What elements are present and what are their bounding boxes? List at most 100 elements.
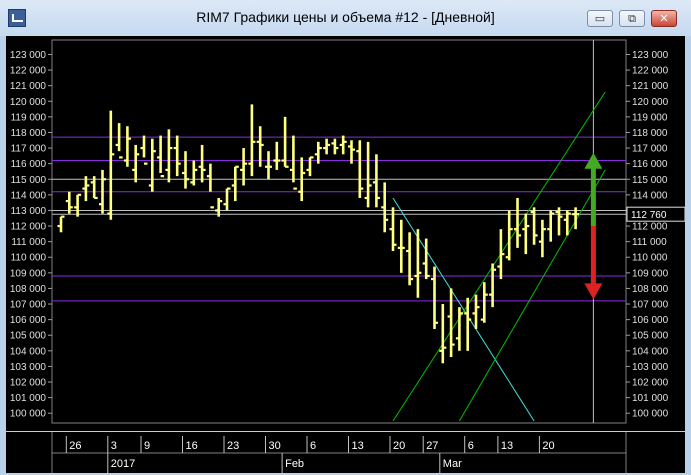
ohlc-bar — [148, 138, 156, 192]
left-tick-label: 102 000 — [10, 378, 47, 389]
chart-window: RIM7 Графики цены и объема #12 - [Дневно… — [0, 0, 691, 475]
day-label: 23 — [227, 440, 239, 452]
right-tick-label: 121 000 — [632, 81, 669, 92]
price-chart[interactable]: 123 000 122 000 121 000 120 000 119 000 118 0… — [6, 36, 685, 431]
left-tick-label: 101 000 — [10, 393, 47, 404]
trendlines-layer — [392, 40, 606, 423]
ohlc-bar — [381, 182, 389, 233]
left-tick-label: 108 000 — [10, 284, 47, 295]
ohlc-bar — [107, 110, 115, 220]
month-label: 2017 — [111, 458, 135, 470]
price-chart-panel[interactable]: 123 000 122 000 121 000 120 000 119 000 118 0… — [6, 36, 685, 431]
month-label: Mar — [443, 458, 462, 470]
ohlc-bar — [514, 197, 521, 248]
ohlc-bar — [198, 144, 206, 183]
day-label: 13 — [352, 440, 364, 452]
time-axis-panel[interactable]: 26 3 9 16 23 30 6 13 20 27 6 13 20 2017 Feb Mar — [6, 432, 685, 473]
left-tick-label: 103 000 — [10, 362, 47, 373]
left-tick-label: 112 000 — [11, 222, 47, 233]
day-label: 20 — [393, 440, 405, 452]
grid-layer — [51, 39, 627, 424]
ohlc-bar — [505, 210, 513, 261]
ohlc-bar — [248, 104, 256, 177]
right-tick-label: 110 000 — [632, 253, 668, 264]
ohlc-bar — [240, 148, 248, 186]
ohlc-bar — [422, 238, 430, 280]
right-tick-label: 106 000 — [632, 315, 669, 326]
arrows-layer — [584, 152, 603, 300]
ohlc-bar — [289, 135, 297, 190]
channel-line — [392, 91, 606, 422]
ohlc-bar — [190, 160, 198, 186]
minimize-icon: ▭ — [594, 12, 606, 25]
channel-line — [458, 169, 606, 422]
right-tick-label: 120 000 — [632, 97, 669, 108]
left-tick-label: 116 000 — [11, 159, 47, 170]
left-tick-label: 118 000 — [11, 128, 47, 139]
left-tick-label: 115 000 — [11, 175, 47, 186]
title-bar[interactable]: RIM7 Графики цены и объема #12 - [Дневно… — [0, 0, 691, 36]
day-label: 6 — [468, 440, 474, 452]
right-tick-label: 100 000 — [632, 409, 669, 420]
ohlc-bar — [464, 297, 472, 351]
left-tick-label: 111 000 — [11, 237, 46, 248]
day-label: 13 — [501, 440, 513, 452]
close-icon: ✕ — [659, 12, 669, 25]
left-tick-label: 113 000 — [11, 206, 47, 217]
restore-icon: ⧉ — [628, 12, 636, 25]
right-price-axis: 123 000 122 000 121 000 120 000 119 000 118 0… — [626, 50, 685, 420]
ohlc-bar — [455, 307, 463, 351]
day-label: 30 — [269, 440, 281, 452]
right-tick-label: 104 000 — [632, 346, 669, 357]
ohlc-bar — [265, 151, 272, 180]
left-price-axis: 123 000 122 000 121 000 120 000 119 000 118 0… — [10, 50, 52, 420]
plot-border — [51, 39, 627, 424]
left-tick-label: 104 000 — [10, 346, 47, 357]
close-button[interactable]: ✕ — [651, 10, 677, 27]
ohlc-bar — [439, 304, 447, 364]
ohlc-bar — [538, 219, 546, 258]
ohlc-bar — [173, 135, 181, 177]
ohlc-bar — [406, 232, 414, 286]
ohlc-bar — [372, 154, 380, 208]
ohlc-bar — [74, 193, 82, 217]
ohlc-bar — [273, 141, 281, 170]
time-axis[interactable]: 26 3 9 16 23 30 6 13 20 27 6 13 20 2017 Feb Mar — [6, 432, 685, 473]
ohlc-bar — [472, 294, 480, 329]
month-label: Feb — [285, 458, 304, 470]
right-tick-label: 107 000 — [632, 300, 669, 311]
right-tick-label: 119 000 — [632, 112, 668, 123]
right-tick-label: 117 000 — [632, 144, 668, 155]
ohlc-bar — [339, 135, 347, 155]
right-tick-label: 102 000 — [632, 378, 669, 389]
ohlc-bar — [530, 207, 538, 245]
right-tick-label: 109 000 — [632, 268, 669, 279]
right-tick-label: 123 000 — [632, 50, 669, 61]
right-tick-label: 101 000 — [632, 393, 669, 404]
right-tick-label: 116 000 — [632, 159, 668, 170]
ohlc-bar — [331, 138, 339, 155]
level-lines-layer — [52, 136, 626, 302]
ohlc-bar — [323, 138, 331, 155]
up-arrow — [584, 152, 603, 227]
ohlc-bar — [281, 116, 289, 168]
left-tick-label: 119 000 — [11, 112, 47, 123]
left-tick-label: 109 000 — [10, 268, 47, 279]
ohlc-bar — [157, 135, 165, 178]
right-tick-label: 115 000 — [632, 175, 668, 186]
left-tick-label: 105 000 — [10, 331, 47, 342]
last-price-label: 112 760 — [631, 210, 667, 221]
right-tick-label: 118 000 — [632, 128, 668, 139]
restore-button[interactable]: ⧉ — [619, 10, 645, 27]
left-tick-label: 107 000 — [10, 300, 47, 311]
minimize-button[interactable]: ▭ — [587, 10, 613, 27]
right-tick-label: 108 000 — [632, 284, 669, 295]
left-tick-label: 122 000 — [10, 66, 47, 77]
left-tick-label: 121 000 — [10, 81, 47, 92]
ohlc-bar — [447, 288, 455, 358]
left-tick-label: 106 000 — [10, 315, 47, 326]
ohlc-bar — [206, 163, 214, 209]
ohlc-bar — [497, 229, 505, 280]
right-tick-label: 103 000 — [632, 362, 669, 373]
right-tick-label: 114 000 — [632, 190, 668, 201]
